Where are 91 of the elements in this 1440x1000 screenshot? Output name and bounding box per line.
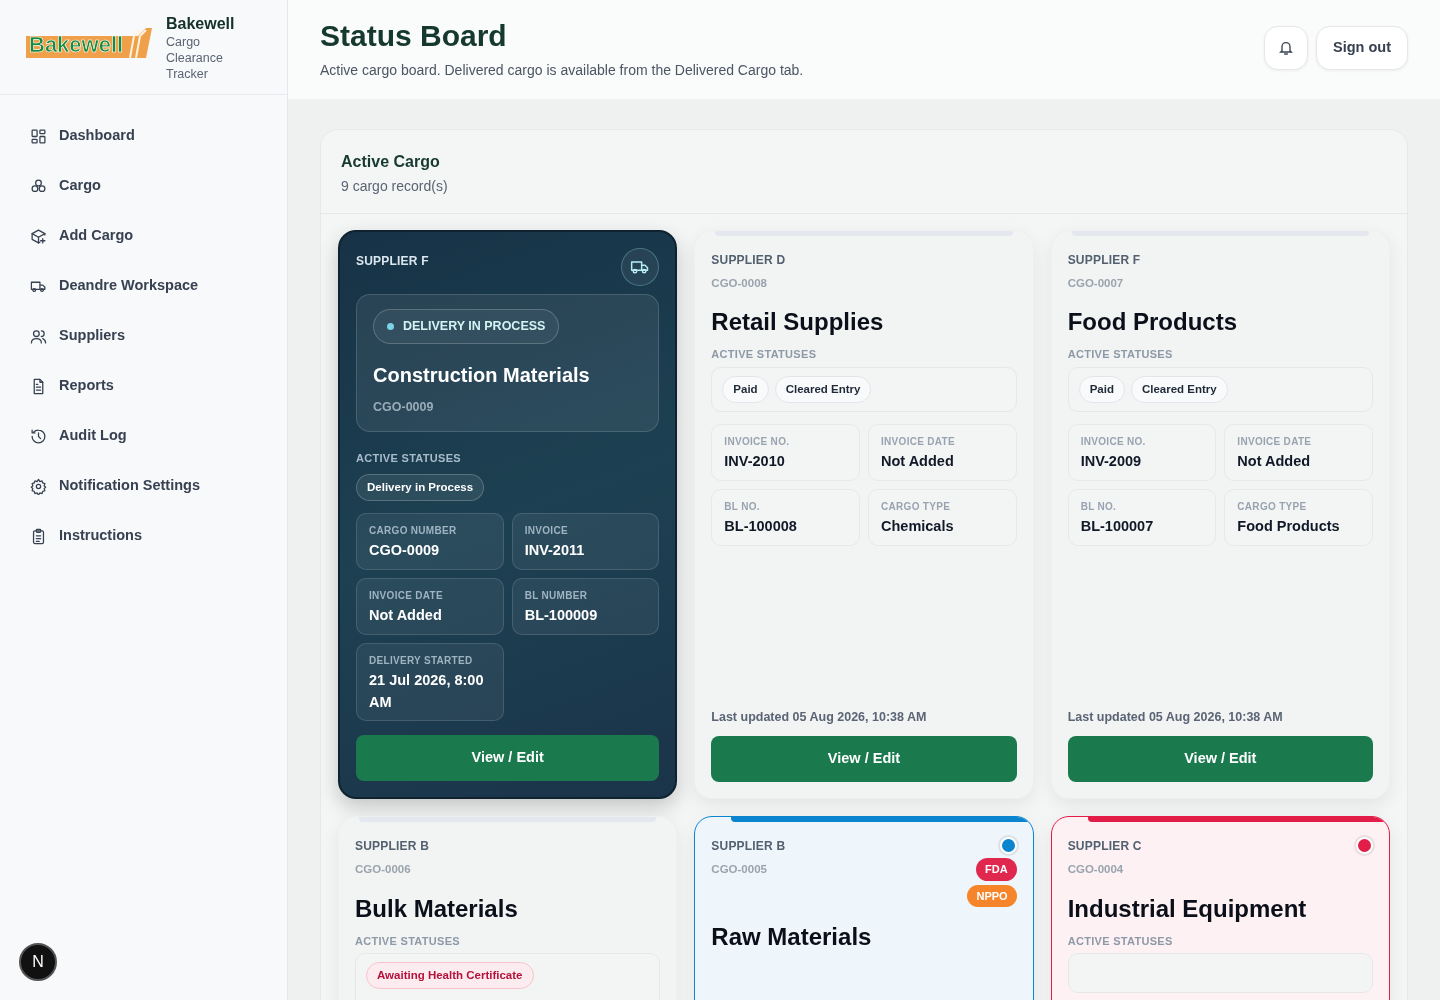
supplier-name: SUPPLIER C	[1067, 838, 1142, 856]
view-edit-button[interactable]: View / Edit	[356, 735, 660, 782]
nav-item[interactable]: Audit Log	[0, 411, 287, 461]
cargo-name: Industrial Equipment	[1067, 894, 1308, 923]
settings-icon	[30, 477, 47, 495]
nav-item[interactable]: Deandre Workspace	[0, 261, 287, 311]
supplier-name: SUPPLIER B	[711, 838, 786, 856]
nav-item[interactable]: Notification Settings	[0, 461, 287, 511]
field-value: Not Added	[881, 452, 955, 471]
status-chip: Paid	[722, 375, 769, 403]
package-plus-icon	[30, 227, 47, 245]
field-label: DELIVERY STARTED	[369, 653, 474, 668]
boxes-icon	[30, 177, 47, 195]
grid-icon	[30, 127, 47, 145]
field-label: INVOICE	[524, 524, 569, 539]
status-chip: Paid	[1078, 375, 1125, 403]
view-edit-button[interactable]: View / Edit	[1067, 736, 1373, 783]
section-label: ACTIVE STATUSES	[711, 347, 818, 363]
users-icon	[30, 327, 47, 345]
field-label: INVOICE DATE	[881, 435, 956, 449]
delivery-button[interactable]	[621, 248, 660, 286]
supplier-name: SUPPLIER F	[356, 253, 429, 270]
field-value: CGO-0009	[369, 541, 441, 561]
cargo-name: Food Products	[1067, 308, 1238, 337]
field-value: INV-2010	[724, 452, 786, 471]
clipboard-icon	[30, 527, 47, 545]
cargo-name: Construction Materials	[373, 362, 591, 388]
record-count: 9 cargo record(s)	[341, 177, 449, 196]
field-label: CARGO NUMBER	[369, 524, 458, 539]
supplier-name: SUPPLIER F	[1067, 252, 1141, 269]
nav-item[interactable]: Reports	[0, 361, 287, 411]
status-chip: Cleared Entry	[1130, 375, 1228, 403]
field-label: INVOICE DATE	[369, 589, 444, 603]
field-value: INV-2009	[1080, 452, 1143, 471]
nav-item[interactable]: Dashboard	[0, 111, 287, 161]
section-label: ACTIVE STATUSES	[355, 933, 461, 949]
field-value: Not Added	[369, 606, 443, 625]
field-value: Not Added	[1237, 452, 1312, 471]
supplier-name: SUPPLIER B	[355, 838, 429, 856]
field-label: CARGO TYPE	[1237, 499, 1308, 514]
cargo-code: CGO-0005	[711, 862, 768, 878]
cargo-code: CGO-0004	[1067, 862, 1125, 878]
field-value: BL-100007	[1080, 516, 1155, 536]
cargo-name: Retail Supplies	[711, 308, 885, 337]
field-value: BL-100008	[724, 516, 798, 536]
status-pill-text: DELIVERY IN PROCESS	[403, 318, 546, 335]
field-value: BL-100009	[524, 606, 599, 625]
agency-tag: NPPO	[967, 884, 1017, 908]
nav-item[interactable]: Suppliers	[0, 311, 287, 361]
cargo-code: CGO-0008	[711, 276, 768, 291]
field-label: BL NO.	[1080, 499, 1118, 514]
field-label: INVOICE NO.	[724, 435, 791, 449]
field-label: INVOICE DATE	[1237, 435, 1313, 449]
history-icon	[30, 427, 47, 445]
field-label: INVOICE NO.	[1080, 435, 1147, 449]
sign-out-button[interactable]: Sign out	[1316, 26, 1408, 70]
cargo-name: Bulk Materials	[355, 894, 519, 923]
brand-subtitle: Cargo Clearance Tracker	[166, 34, 224, 82]
page-subtitle: Active cargo board. Delivered cargo is available from the Delivered Cargo tab.	[320, 61, 804, 80]
cargo-name: Raw Materials	[711, 923, 873, 952]
notification-button[interactable]	[1264, 26, 1308, 70]
section-label: ACTIVE STATUSES	[356, 450, 462, 466]
status-chip: Awaiting Health Certificate	[366, 962, 534, 990]
dev-badge[interactable]: N	[19, 943, 57, 981]
section-label: ACTIVE STATUSES	[1067, 933, 1174, 949]
field-label: BL NUMBER	[524, 589, 589, 603]
last-updated: Last updated 05 Aug 2026, 10:38 AM	[1067, 708, 1284, 726]
nav-item[interactable]: Add Cargo	[0, 211, 287, 261]
field-value: Chemicals	[881, 516, 955, 536]
field-value: 21 Jul 2026, 8:00 AM	[369, 670, 485, 712]
panel-title: Active Cargo	[341, 152, 441, 172]
page-title: Status Board	[320, 18, 508, 54]
cargo-code: CGO-0006	[355, 862, 412, 878]
status-chip: Delivery in Process	[356, 474, 485, 502]
supplier-name: SUPPLIER D	[711, 252, 786, 269]
status-dot	[387, 322, 394, 330]
brand-name: Bakewell	[166, 14, 236, 34]
field-value: INV-2011	[524, 541, 586, 561]
nav-item[interactable]: Cargo	[0, 161, 287, 211]
cargo-code: CGO-0009	[373, 398, 435, 416]
last-updated: Last updated 05 Aug 2026, 10:38 AM	[711, 708, 928, 726]
nav-item[interactable]: Instructions	[0, 511, 287, 561]
cargo-code: CGO-0007	[1067, 276, 1125, 291]
status-chip: Cleared Entry	[774, 375, 872, 403]
view-edit-button[interactable]: View / Edit	[711, 736, 1017, 783]
field-value: Food Products	[1237, 516, 1341, 536]
bell-icon	[1278, 40, 1294, 56]
agency-tag: FDA	[976, 858, 1017, 881]
field-label: CARGO TYPE	[881, 499, 952, 514]
field-label: BL NO.	[724, 499, 761, 514]
section-label: ACTIVE STATUSES	[1067, 347, 1174, 363]
